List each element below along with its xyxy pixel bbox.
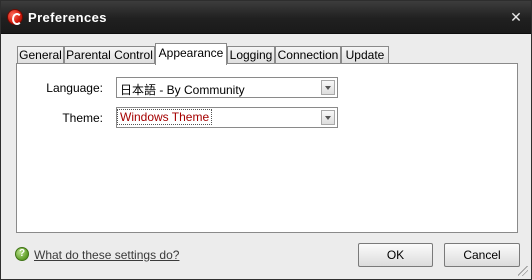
language-select[interactable]: 日本語 - By Community	[116, 77, 338, 98]
ok-button[interactable]: OK	[358, 243, 433, 267]
preferences-window: Preferences ✕ General Parental Control A…	[0, 0, 532, 280]
appearance-panel: Language: 日本語 - By Community Theme: Wind…	[16, 63, 518, 233]
tab-appearance[interactable]: Appearance	[155, 43, 227, 65]
language-label: Language:	[46, 81, 103, 95]
title-bar[interactable]: Preferences ✕	[1, 1, 531, 34]
close-icon[interactable]: ✕	[508, 9, 524, 25]
chevron-down-icon[interactable]	[321, 110, 335, 125]
help-link[interactable]: What do these settings do?	[34, 248, 179, 262]
chevron-down-icon[interactable]	[321, 80, 335, 95]
comodo-logo-icon	[7, 9, 23, 25]
window-title: Preferences	[28, 10, 107, 25]
theme-select[interactable]: Windows Theme	[116, 107, 338, 128]
help-icon[interactable]: ?	[15, 247, 29, 261]
resize-grip-icon[interactable]	[518, 266, 528, 276]
theme-value: Windows Theme	[116, 109, 213, 125]
theme-label: Theme:	[62, 111, 103, 125]
cancel-button[interactable]: Cancel	[444, 243, 520, 267]
language-value: 日本語 - By Community	[120, 83, 245, 97]
